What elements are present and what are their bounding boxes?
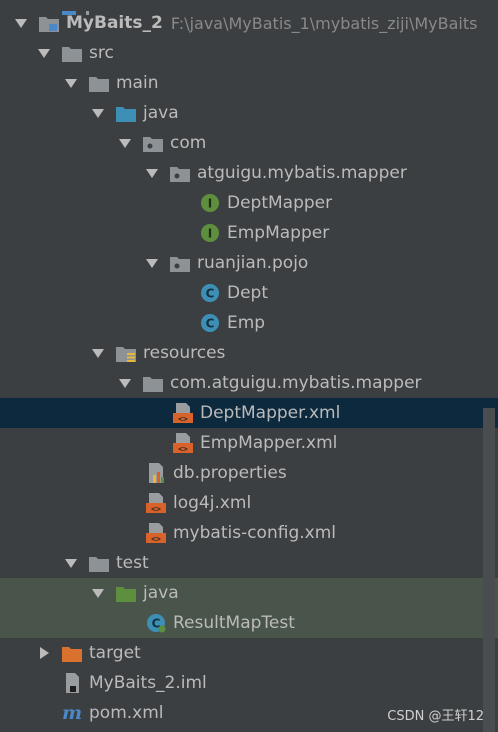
interface-icon: I [199,222,221,244]
tree-item-dept[interactable]: C Dept [0,278,498,308]
folder-icon [88,72,110,94]
emp-mapper-xml-label: EmpMapper.xml [200,433,338,453]
result-map-test-label: ResultMapTest [173,613,295,633]
test-class-icon: C [145,612,167,634]
package-icon [169,162,191,184]
tree-item-main[interactable]: main [0,68,498,98]
excluded-folder-icon [61,642,83,664]
emp-mapper-label: EmpMapper [227,223,330,243]
tree-item-result-map-test[interactable]: C ResultMapTest [0,608,498,638]
tree-item-mapper-package[interactable]: atguigu.mybatis.mapper [0,158,498,188]
tree-item-dept-mapper-xml[interactable]: <> DeptMapper.xml [0,398,498,428]
chevron-down-icon[interactable] [141,168,163,178]
class-icon: C [199,312,221,334]
svg-text:C: C [206,317,215,331]
tree-item-db-properties[interactable]: db.properties [0,458,498,488]
chevron-down-icon[interactable] [87,108,109,118]
tree-item-com[interactable]: com [0,128,498,158]
folder-icon [142,372,164,394]
test-source-folder-icon [115,582,137,604]
tree-item-project-root[interactable]: MyBaits_2 F:\java\MyBatis_1\mybatis_ziji… [0,8,498,38]
mybatis-config-xml-label: mybatis-config.xml [173,523,336,543]
tree-item-emp[interactable]: C Emp [0,308,498,338]
maven-icon: m [61,702,83,724]
tree-item-src[interactable]: src [0,38,498,68]
resources-folder-icon [115,342,137,364]
svg-text:I: I [208,197,212,211]
package-icon [142,132,164,154]
xml-file-icon: <> [145,522,167,544]
target-label: target [89,643,141,663]
tree-item-iml[interactable]: MyBaits_2.iml [0,668,498,698]
tree-item-emp-mapper-xml[interactable]: <> EmpMapper.xml [0,428,498,458]
emp-label: Emp [227,313,266,333]
module-folder-icon [38,12,60,34]
tree-item-java-main[interactable]: java [0,98,498,128]
project-name: MyBaits_2 [66,13,163,33]
chevron-down-icon[interactable] [114,378,136,388]
tree-item-res-mapper-folder[interactable]: com.atguigu.mybatis.mapper [0,368,498,398]
class-icon: C [199,282,221,304]
folder-icon [88,552,110,574]
source-folder-icon [115,102,137,124]
vertical-scrollbar[interactable] [483,408,495,732]
properties-file-icon [145,462,167,484]
svg-text:<>: <> [178,415,188,424]
tree-item-target[interactable]: target [0,638,498,668]
interface-icon: I [199,192,221,214]
chevron-down-icon[interactable] [60,78,82,88]
partial-item-above [60,0,100,15]
xml-file-icon: <> [172,432,194,454]
tree-item-pojo-package[interactable]: ruanjian.pojo [0,248,498,278]
log4j-xml-label: log4j.xml [173,493,252,513]
chevron-right-icon[interactable] [33,647,55,659]
chevron-down-icon[interactable] [33,48,55,58]
resources-label: resources [143,343,226,363]
tree-item-emp-mapper[interactable]: I EmpMapper [0,218,498,248]
svg-text:<>: <> [178,445,188,454]
tree-item-log4j-xml[interactable]: <> log4j.xml [0,488,498,518]
chevron-down-icon[interactable] [10,18,32,28]
java-test-label: java [143,583,179,603]
folder-icon [61,42,83,64]
java-main-label: java [143,103,179,123]
src-label: src [89,43,114,63]
com-label: com [170,133,207,153]
tree-item-dept-mapper[interactable]: I DeptMapper [0,188,498,218]
dept-mapper-label: DeptMapper [227,193,333,213]
package-icon [169,252,191,274]
chevron-down-icon[interactable] [60,558,82,568]
dept-mapper-xml-label: DeptMapper.xml [200,403,341,423]
mapper-package-label: atguigu.mybatis.mapper [197,163,407,183]
chevron-down-icon[interactable] [87,348,109,358]
tree-item-mybatis-config-xml[interactable]: <> mybatis-config.xml [0,518,498,548]
svg-text:C: C [206,287,215,301]
iml-label: MyBaits_2.iml [89,673,207,693]
dept-label: Dept [227,283,269,303]
xml-file-icon: <> [145,492,167,514]
xml-file-icon: <> [172,402,194,424]
pojo-package-label: ruanjian.pojo [197,253,309,273]
watermark: CSDN @王轩12 [387,709,484,724]
svg-text:<>: <> [151,505,161,514]
res-mapper-folder-label: com.atguigu.mybatis.mapper [170,373,422,393]
svg-text:m: m [62,702,82,724]
tree-item-resources[interactable]: resources [0,338,498,368]
chevron-down-icon[interactable] [87,588,109,598]
main-label: main [116,73,159,93]
svg-text:I: I [208,227,212,241]
chevron-down-icon[interactable] [141,258,163,268]
test-label: test [116,553,149,573]
tree-item-test[interactable]: test [0,548,498,578]
svg-text:<>: <> [151,535,161,544]
pom-label: pom.xml [89,703,164,723]
chevron-down-icon[interactable] [114,138,136,148]
iml-file-icon [61,672,83,694]
project-path: F:\java\MyBatis_1\mybatis_ziji\MyBaits [170,13,478,33]
db-properties-label: db.properties [173,463,287,483]
tree-item-java-test[interactable]: java [0,578,498,608]
